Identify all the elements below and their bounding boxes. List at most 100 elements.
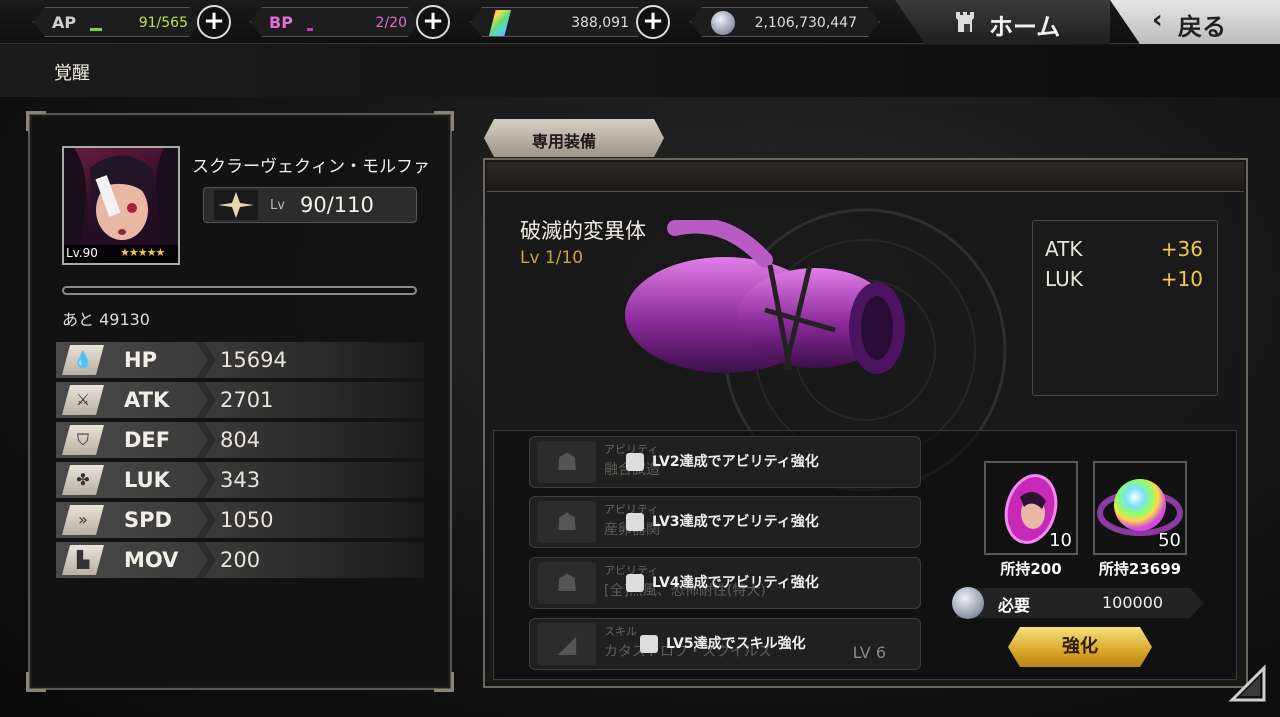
stat-row-mov: ▙ MOV 200 <box>56 542 424 578</box>
ap-gauge <box>90 28 102 31</box>
speed-icon: » <box>62 505 104 535</box>
skill-slot[interactable]: ◢ スキル カタストロフ・スクイルズ LV5達成でスキル強化 LV 6 <box>529 618 921 670</box>
ability-icon: ☗ <box>538 501 596 543</box>
title-strip: 覚醒 <box>0 45 1280 97</box>
stat-name: HP <box>124 348 157 372</box>
enhance-button[interactable]: 強化 <box>1008 627 1152 667</box>
stat-separator <box>196 382 216 418</box>
gem-add-button[interactable]: + <box>636 5 670 39</box>
stat-separator <box>196 502 216 538</box>
stat-separator <box>196 422 216 458</box>
ap-resource: AP 91/565 <box>33 7 201 37</box>
equipment-bonus-box: ATK +36 LUK +10 <box>1032 220 1218 396</box>
portrait-level: Lv.90 <box>66 246 98 260</box>
unlock-condition: LV2達成でアビリティ強化 <box>652 454 819 470</box>
stat-row-hp: 💧 HP 15694 <box>56 342 424 378</box>
lock-icon <box>626 453 644 471</box>
material-count: 10 <box>1049 530 1072 551</box>
material-slot-1[interactable]: 10 <box>984 461 1078 555</box>
coin-icon <box>711 11 735 35</box>
stat-row-def: ⛉ DEF 804 <box>56 422 424 458</box>
tab-label: 専用装備 <box>532 132 597 151</box>
stat-name: SPD <box>124 508 172 532</box>
bp-add-button[interactable]: + <box>416 5 450 39</box>
gem-value: 388,091 <box>571 15 629 31</box>
portrait-caption: Lv.90 ★★★★★ <box>64 245 178 263</box>
bonus-value: +10 <box>1160 267 1203 291</box>
coin-icon <box>952 587 984 619</box>
crystal-icon <box>489 10 511 36</box>
skill-icon: ◢ <box>538 623 596 665</box>
material-slot-2[interactable]: 50 <box>1093 461 1187 555</box>
bonus-stat: LUK <box>1045 267 1083 291</box>
corner-ornament <box>26 672 46 692</box>
bp-label: BP <box>269 13 293 32</box>
lock-icon <box>626 513 644 531</box>
castle-icon <box>955 8 979 34</box>
stat-name: MOV <box>124 548 179 572</box>
stat-row-atk: ⚔ ATK 2701 <box>56 382 424 418</box>
stat-row-luk: ✤ LUK 343 <box>56 462 424 498</box>
ability-slot-3[interactable]: ☗ アビリティ [全]熱風、恐怖耐性(特大) LV4達成でアビリティ強化 <box>529 557 921 609</box>
level-value: 90/110 <box>300 193 374 217</box>
chevron-left-icon: ‹ <box>1152 5 1163 35</box>
equipment-image <box>625 220 905 374</box>
bp-value: 2/20 <box>375 15 407 31</box>
corner-ornament <box>434 111 454 131</box>
exp-bar <box>62 286 417 295</box>
bonus-value: +36 <box>1160 237 1203 261</box>
ap-label: AP <box>52 13 77 32</box>
stat-value: 200 <box>220 548 261 572</box>
enhance-label: 強化 <box>1062 636 1098 657</box>
exp-remaining: あと 49130 <box>62 310 150 329</box>
material-count: 50 <box>1158 530 1181 551</box>
corner-ornament <box>26 111 46 131</box>
ability-slot-2[interactable]: ☗ アビリティ 産卵器関 LV3達成でアビリティ強化 <box>529 496 921 548</box>
coin-resource: 2,106,730,447 <box>690 7 880 37</box>
boot-icon: ▙ <box>62 545 104 575</box>
star-emblem-icon <box>218 192 254 218</box>
required-cost-bar: 必要 100000 <box>956 588 1204 618</box>
need-label: 必要 <box>998 596 1031 615</box>
rarity-stars: ★★★★★ <box>120 246 165 259</box>
menu-corner-button[interactable] <box>1228 664 1268 704</box>
need-value: 100000 <box>1102 593 1164 612</box>
triangle-icon <box>1228 664 1266 702</box>
stat-value: 2701 <box>220 388 274 412</box>
stat-name: DEF <box>124 428 171 452</box>
ability-slot-1[interactable]: ☗ アビリティ 融合試造 LV2達成でアビリティ強化 <box>529 436 921 488</box>
home-label: ホーム <box>989 13 1061 41</box>
stat-value: 15694 <box>220 348 287 372</box>
stat-row-spd: » SPD 1050 <box>56 502 424 538</box>
stat-value: 804 <box>220 428 261 452</box>
tab-exclusive-equipment[interactable]: 専用装備 <box>484 119 664 157</box>
stat-name: LUK <box>124 468 170 492</box>
bp-resource: BP 2/20 <box>250 7 420 37</box>
level-label: Lv <box>270 198 285 213</box>
unlock-condition: LV5達成でスキル強化 <box>666 636 806 652</box>
character-portrait[interactable]: Lv.90 ★★★★★ <box>62 146 180 265</box>
coin-value: 2,106,730,447 <box>754 15 857 31</box>
stat-separator <box>196 462 216 498</box>
equipment-header-bar <box>487 162 1244 192</box>
drop-icon: 💧 <box>62 345 104 375</box>
ability-icon: ☗ <box>538 562 596 604</box>
bp-gauge <box>307 28 313 31</box>
home-button[interactable]: ホーム <box>895 0 1110 44</box>
ability-kind: スキル <box>604 625 637 638</box>
back-label: 戻る <box>1178 13 1226 41</box>
stat-name: ATK <box>124 388 170 412</box>
shield-icon: ⛉ <box>62 425 104 455</box>
gem-resource: 388,091 <box>470 7 650 37</box>
stat-value: 1050 <box>220 508 274 532</box>
bonus-stat: ATK <box>1045 237 1083 261</box>
ability-icon: ☗ <box>538 441 596 483</box>
material-owned: 所持200 <box>1000 560 1062 578</box>
unlock-condition: LV3達成でアビリティ強化 <box>652 514 819 530</box>
stat-value: 343 <box>220 468 261 492</box>
level-box: Lv 90/110 <box>203 187 417 223</box>
character-name: スクラーヴェクィン・モルファ <box>192 157 430 177</box>
clover-icon: ✤ <box>62 465 104 495</box>
sword-icon: ⚔ <box>62 385 104 415</box>
ap-add-button[interactable]: + <box>197 5 231 39</box>
